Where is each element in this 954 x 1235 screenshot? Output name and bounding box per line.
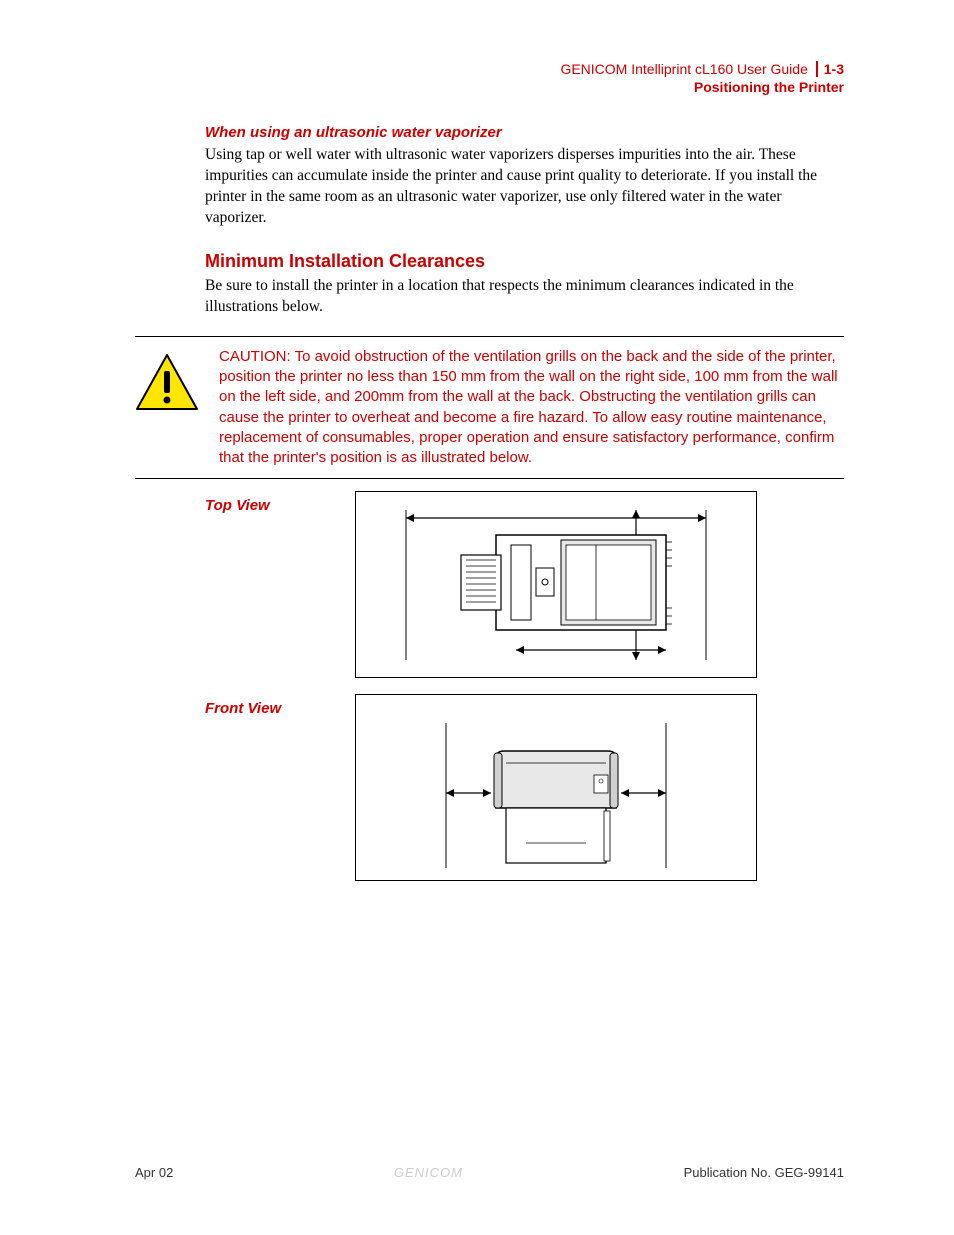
caution-text: CAUTION: To avoid obstruction of the ven… (219, 347, 844, 469)
clearances-body: Be sure to install the printer in a loca… (205, 276, 844, 318)
doc-title: GENICOM Intelliprint cL160 User Guide (560, 61, 807, 77)
caution-block: CAUTION: To avoid obstruction of the ven… (135, 336, 844, 480)
page-number: 1-3 (816, 61, 844, 77)
page-footer: Apr 02 GENICOM Publication No. GEG-99141 (135, 1165, 844, 1180)
section-name: Positioning the Printer (135, 78, 844, 96)
front-view-label: Front View (205, 698, 355, 717)
top-view-diagram (355, 491, 757, 678)
footer-brand: GENICOM (394, 1165, 463, 1180)
footer-date: Apr 02 (135, 1165, 173, 1180)
footer-pub: Publication No. GEG-99141 (684, 1165, 844, 1180)
warning-icon (135, 353, 199, 416)
vaporizer-heading: When using an ultrasonic water vaporizer (205, 124, 844, 141)
clearances-heading: Minimum Installation Clearances (205, 251, 844, 272)
vaporizer-body: Using tap or well water with ultrasonic … (205, 145, 844, 229)
page-header: GENICOM Intelliprint cL160 User Guide 1-… (135, 60, 844, 96)
front-view-diagram (355, 694, 757, 881)
top-view-label: Top View (205, 495, 355, 514)
